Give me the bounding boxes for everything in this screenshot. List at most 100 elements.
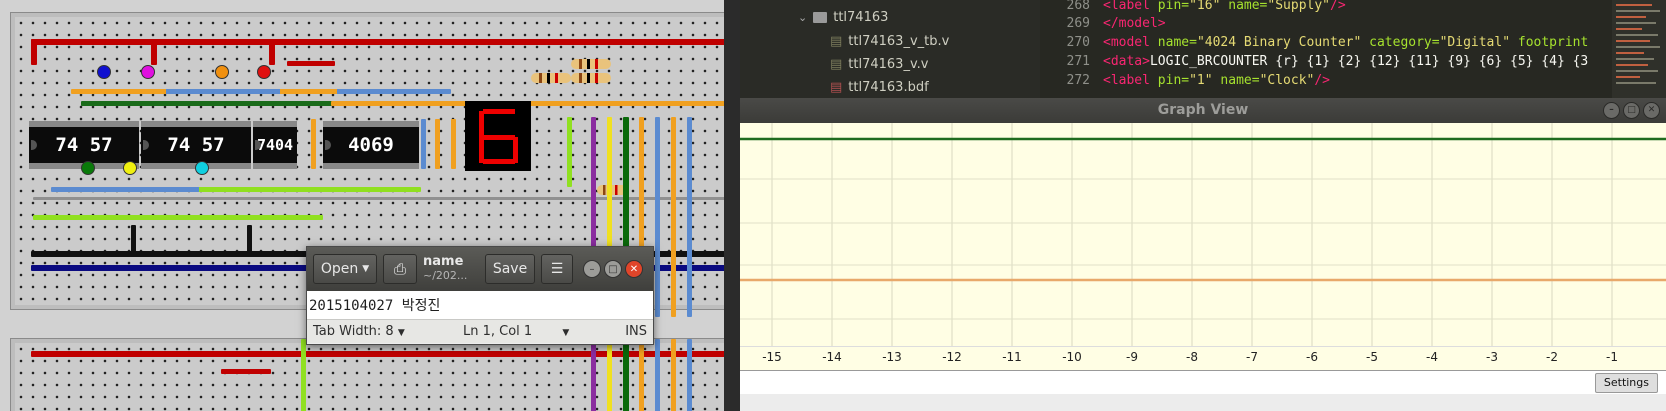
wire-red-rail[interactable] (31, 351, 724, 357)
segment-g (483, 135, 515, 140)
segment-a (483, 109, 515, 114)
headerbar[interactable]: Open ▼ ⎙ name ~/202... Save ☰ – □ ✕ (307, 247, 653, 291)
line-number: 271 (1066, 54, 1090, 69)
tree-folder-label: ttl74163 (833, 10, 889, 25)
resistor[interactable] (571, 73, 611, 83)
minimize-icon[interactable]: – (583, 260, 601, 278)
axis-tick-label: -4 (1426, 350, 1438, 364)
grid-lines (740, 123, 1666, 346)
hamburger-icon: ☰ (550, 261, 564, 277)
close-icon[interactable]: ✕ (625, 260, 643, 278)
resistor[interactable] (531, 73, 571, 83)
save-button[interactable]: Save (485, 254, 535, 284)
document-path: ~/202... (423, 269, 468, 282)
text-editor-window[interactable]: Open ▼ ⎙ name ~/202... Save ☰ – □ ✕ 2015… (306, 246, 654, 345)
tab-width-selector[interactable]: Tab Width: 8 ▼ (313, 324, 463, 339)
wire-red-short[interactable] (221, 369, 271, 374)
wire-red-drop[interactable] (151, 39, 157, 65)
axis-tick-label: -1 (1606, 350, 1618, 364)
wire-vertical[interactable] (671, 117, 676, 317)
code-attr: pin= (1157, 0, 1190, 13)
wire-vertical[interactable] (567, 117, 572, 187)
minimap-line (1616, 16, 1646, 18)
close-icon[interactable]: ✕ (1643, 102, 1660, 119)
maximize-icon[interactable]: □ (604, 260, 622, 278)
wire-vertical[interactable] (607, 339, 612, 411)
minimap-line (1616, 46, 1660, 48)
axis-tick-label: -14 (822, 350, 842, 364)
breadboard-simulator[interactable]: 74 57 74 57 7404 4069 (0, 0, 724, 411)
code-attr: name= (1157, 35, 1197, 50)
wire-red-drop[interactable] (31, 39, 37, 65)
minimap-line (1616, 52, 1644, 54)
led-yellow (123, 161, 137, 175)
graph-footer: Settings (740, 370, 1666, 395)
wire-vertical[interactable] (591, 339, 596, 411)
code-string: "1" (1189, 73, 1213, 88)
graph-view-window[interactable]: Graph View – □ ✕ -15 -14 -13 -12 -11 -10 -9 -8-… (740, 98, 1666, 411)
ic-chip[interactable]: 7404 (253, 121, 297, 169)
wire-vertical[interactable] (451, 119, 456, 169)
wire-black-drop[interactable] (131, 225, 136, 253)
wire-red-drop[interactable] (269, 39, 275, 65)
wire-red-rail[interactable] (31, 39, 724, 45)
window-controls: – □ ✕ (583, 260, 643, 278)
led-blue (97, 65, 111, 79)
graph-view-titlebar[interactable]: Graph View – □ ✕ (740, 98, 1666, 123)
wire-vertical[interactable] (311, 119, 316, 169)
minimize-icon[interactable]: – (1603, 102, 1620, 119)
wire-vertical[interactable] (687, 339, 692, 411)
wire-vertical[interactable] (655, 339, 660, 411)
minimap-line (1616, 4, 1652, 6)
tree-file[interactable]: ▤ ttl74163_v_tb.v (830, 34, 949, 49)
axis-tick-label: -7 (1246, 350, 1258, 364)
wire-vertical[interactable] (301, 339, 306, 411)
ic-chip[interactable]: 74 57 (141, 121, 251, 169)
wire-blue-lower[interactable] (51, 187, 421, 192)
code-text: LOGIC_BRCOUNTER {r} {1} {2} {12} {11} {9… (1149, 54, 1589, 69)
wire-vertical[interactable] (623, 339, 629, 411)
wire-red-short[interactable] (287, 61, 335, 66)
led-magenta (141, 65, 155, 79)
wire-vertical[interactable] (435, 119, 440, 169)
wire-vertical[interactable] (639, 339, 644, 411)
minimap[interactable] (1612, 0, 1666, 98)
resistor[interactable] (571, 59, 611, 69)
wire-vertical[interactable] (655, 117, 660, 317)
breadboard-bottom[interactable] (10, 338, 724, 411)
text-content[interactable]: 2015104027 박정진 (307, 291, 653, 319)
code-tag: /> (1330, 0, 1346, 13)
cursor-position-selector[interactable]: Ln 1, Col 1 ▼ (463, 324, 601, 339)
wire-lime[interactable] (33, 215, 323, 220)
axis-tick-label: -15 (762, 350, 782, 364)
menu-button[interactable]: ☰ (541, 254, 573, 284)
ic-chip[interactable]: 4069 (323, 121, 419, 169)
wire-vertical[interactable] (421, 119, 426, 169)
settings-button[interactable]: Settings (1594, 373, 1658, 393)
maximize-icon[interactable]: □ (1623, 102, 1640, 119)
file-tree: ⌄ ttl74163 ▤ ttl74163_v_tb.v ▤ ttl74163_… (740, 0, 1040, 98)
tree-folder[interactable]: ⌄ ttl74163 (798, 10, 888, 25)
led-green (81, 161, 95, 175)
code-editor[interactable]: ⌄ ttl74163 ▤ ttl74163_v_tb.v ▤ ttl74163_… (740, 0, 1666, 98)
minimap-line (1616, 28, 1642, 30)
wire-gray[interactable] (33, 197, 724, 200)
code-area[interactable]: <label pin="16" name="Supply"/> </model>… (1103, 0, 1623, 98)
tree-file[interactable]: ▤ ttl74163_v.v (830, 57, 928, 72)
wire-multicolor[interactable] (71, 89, 451, 94)
axis-tick-label: -2 (1546, 350, 1558, 364)
open-button[interactable]: Open ▼ (313, 254, 377, 284)
dropdown-arrow-icon: ▼ (362, 264, 370, 274)
insert-mode-label: INS (625, 324, 647, 339)
segment-d (483, 159, 515, 164)
new-document-button[interactable]: ⎙ (383, 254, 417, 284)
wire-vertical[interactable] (687, 117, 692, 317)
line-number: 270 (1066, 35, 1090, 50)
verilog-file-icon: ▤ (830, 34, 843, 49)
dropdown-arrow-icon: ▼ (397, 328, 405, 338)
graph-plot-area[interactable] (740, 123, 1666, 346)
tree-file[interactable]: ▤ ttl74163.bdf (830, 80, 929, 95)
axis-tick-label: -6 (1306, 350, 1318, 364)
wire-black-drop[interactable] (247, 225, 252, 253)
wire-vertical[interactable] (671, 339, 676, 411)
